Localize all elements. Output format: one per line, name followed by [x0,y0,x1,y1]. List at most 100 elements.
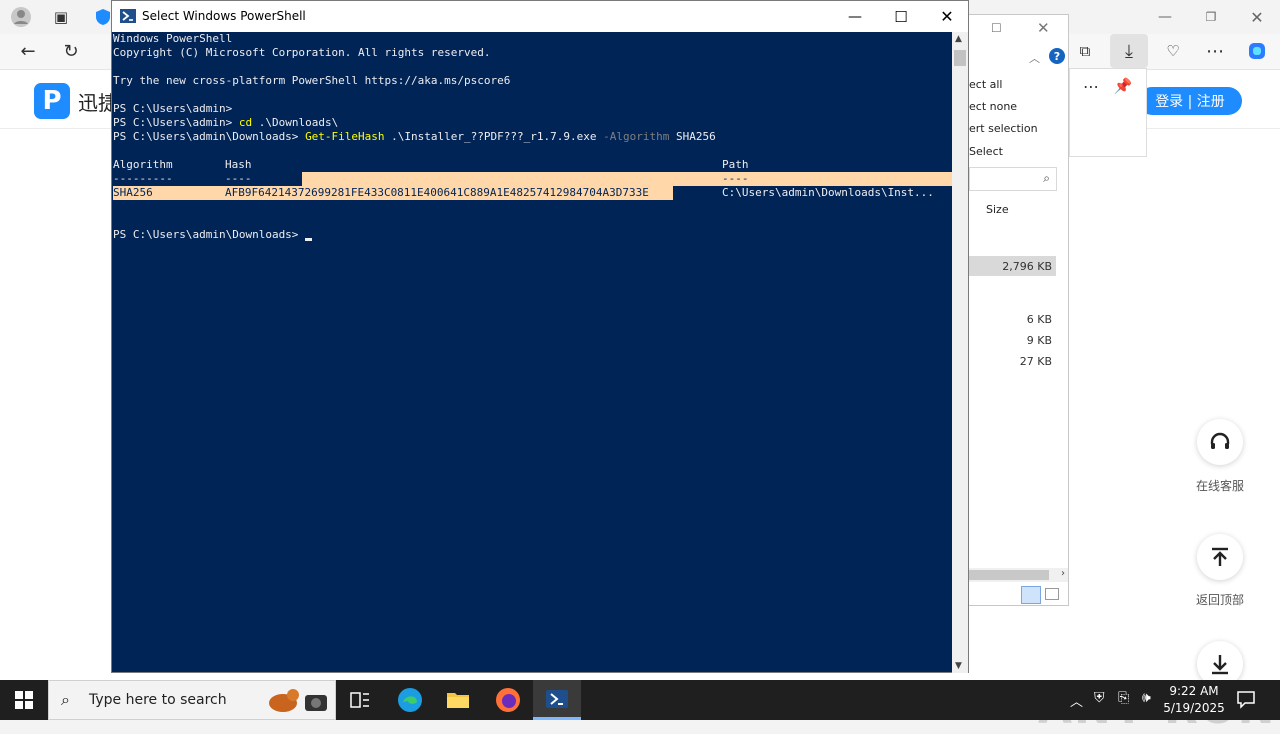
invert-selection-item[interactable]: ert selection [969,122,1038,135]
scroll-down-icon[interactable]: ▼ [955,661,962,671]
scrollbar-thumb[interactable] [969,570,1049,580]
ribbon-collapse-icon[interactable]: ︿ [1029,50,1040,66]
console-line: Try the new cross-platform PowerShell ht… [113,74,511,87]
select-none-item[interactable]: ect none [969,100,1017,113]
console-line: PS C:\Users\admin\Downloads> [113,228,313,242]
file-size: 27 KB [1019,355,1052,368]
prompt-text: PS C:\Users\admin\Downloads> [113,130,306,143]
site-logo[interactable]: P [34,83,70,119]
window-title: Select Windows PowerShell [142,9,306,23]
file-size: 6 KB [1026,313,1052,326]
vertical-scrollbar[interactable]: ▲ ▼ [952,32,968,673]
file-explorer-icon[interactable] [434,680,482,720]
browser-close-icon[interactable]: ✕ [1242,2,1272,32]
firefox-icon[interactable] [484,680,532,720]
parameter-value: SHA256 [669,130,716,143]
prompt-text: PS C:\Users\admin> [113,116,239,129]
hash-row-algorithm: SHA256 [113,186,153,199]
console-line: PS C:\Users\admin\Downloads> Get-FileHas… [113,130,716,144]
explorer-close-icon[interactable]: ✕ [1037,19,1050,37]
scrollbar-thumb[interactable] [954,50,966,66]
dash-algorithm: --------- [113,172,173,185]
start-button[interactable] [0,680,48,720]
search-placeholder: Type here to search [89,692,227,708]
file-size: 2,796 KB [1002,260,1052,273]
parameter-text: -Algorithm [603,130,670,143]
login-register-button[interactable]: 登录 | 注册 [1138,87,1242,115]
collections-icon[interactable]: ⧉ [1070,36,1100,66]
more-menu-icon[interactable]: ⋯ [1200,36,1230,66]
horizontal-scrollbar[interactable]: › [969,568,1068,582]
help-icon[interactable]: ? [1049,48,1065,64]
search-highlight-image [261,685,333,717]
headset-icon[interactable] [1197,419,1243,465]
online-service-label[interactable]: 在线客服 [1180,477,1260,494]
select-group-label: Select [969,145,1003,158]
clock-time: 9:22 AM [1169,684,1219,698]
dash-hash: ---- [225,172,252,185]
back-to-top-label[interactable]: 返回顶部 [1180,591,1260,608]
refresh-icon[interactable]: ↻ [56,36,86,66]
browser-minimize-icon[interactable]: — [1150,2,1180,32]
command-text: Get-FileHash [305,130,385,143]
cursor [305,238,313,241]
select-all-item[interactable]: ect all [969,78,1002,91]
text-selection [302,172,952,186]
search-icon: ⌕ [1043,171,1050,185]
explorer-search-input[interactable]: ⌕ [969,167,1057,191]
hash-row-path: C:\Users\admin\Downloads\Inst... [722,186,934,199]
scroll-up-icon[interactable]: ▲ [955,34,962,44]
tray-overflow-icon[interactable]: ︿ [1070,691,1083,710]
pin-icon[interactable]: 📌 [1108,71,1138,101]
console-line: Windows PowerShell [113,32,233,45]
network-icon[interactable]: ⎘ [1118,690,1129,706]
file-explorer-window: ☐ ✕ ︿ ? ect all ect none ert selection S… [968,14,1069,606]
copilot-icon[interactable] [1242,36,1272,66]
console-line: Copyright (C) Microsoft Corporation. All… [113,46,491,59]
argument-text: .\Installer_??PDF???_r1.7.9.exe [384,130,604,143]
powershell-icon [120,8,136,28]
profile-icon[interactable] [6,2,36,32]
maximize-button[interactable]: ☐ [878,1,924,32]
column-header-hash: Hash [225,158,252,171]
console-line: PS C:\Users\admin> [113,102,239,115]
volume-icon[interactable]: 🕪 [1142,690,1151,706]
search-icon: ⌕ [61,690,70,709]
scroll-right-icon[interactable]: › [1061,568,1065,579]
downloads-icon[interactable]: ⤓ [1110,34,1148,68]
prompt-text: PS C:\Users\admin\Downloads> [113,228,306,241]
command-text: cd [238,116,253,129]
details-view-icon[interactable] [1021,586,1041,604]
powershell-titlebar[interactable]: Select Windows PowerShell — ☐ ✕ [112,1,968,32]
clock-date: 5/19/2025 [1163,701,1225,715]
column-header-algorithm: Algorithm [113,158,173,171]
task-view-icon[interactable] [336,680,384,720]
hash-row-value: AFB9F64214372699281FE433C0811E400641C889… [225,186,649,199]
explorer-maximize-icon[interactable]: ☐ [991,21,1002,35]
back-to-top-icon[interactable] [1197,534,1243,580]
notification-icon[interactable] [1236,689,1256,713]
system-clock[interactable]: 9:22 AM 5/19/2025 [1160,683,1228,717]
tab-actions-icon[interactable]: ▣ [46,2,76,32]
browser-essentials-icon[interactable]: ♡ [1158,36,1188,66]
minimize-button[interactable]: — [832,1,878,32]
edge-icon[interactable] [386,680,434,720]
powershell-window[interactable]: Select Windows PowerShell — ☐ ✕ Windows … [111,0,969,673]
large-icons-view-icon[interactable] [1045,588,1059,600]
taskbar: ⌕ Type here to search ︿ ⛨ ⎘ 🕪 9:22 AM 5/… [0,680,1280,720]
downloads-more-icon[interactable]: ⋯ [1076,71,1106,101]
console-line: PS C:\Users\admin> cd .\Downloads\ [113,116,338,130]
security-icon[interactable]: ⛨ [1094,690,1105,706]
argument-text: .\Downloads\ [252,116,339,129]
browser-restore-icon[interactable]: ❐ [1196,2,1226,32]
column-header-path: Path [722,158,749,171]
size-column-header[interactable]: Size [986,203,1009,216]
close-button[interactable]: ✕ [924,1,970,32]
file-size: 9 KB [1026,334,1052,347]
downloads-panel: ⋯ 📌 [1069,68,1147,157]
powershell-taskbar-icon[interactable] [533,680,581,720]
dash-path: ---- [722,172,749,185]
taskbar-search-box[interactable]: ⌕ Type here to search [48,680,336,720]
console-area[interactable]: Windows PowerShell Copyright (C) Microso… [112,32,952,673]
back-arrow-icon[interactable]: ← [13,36,43,66]
